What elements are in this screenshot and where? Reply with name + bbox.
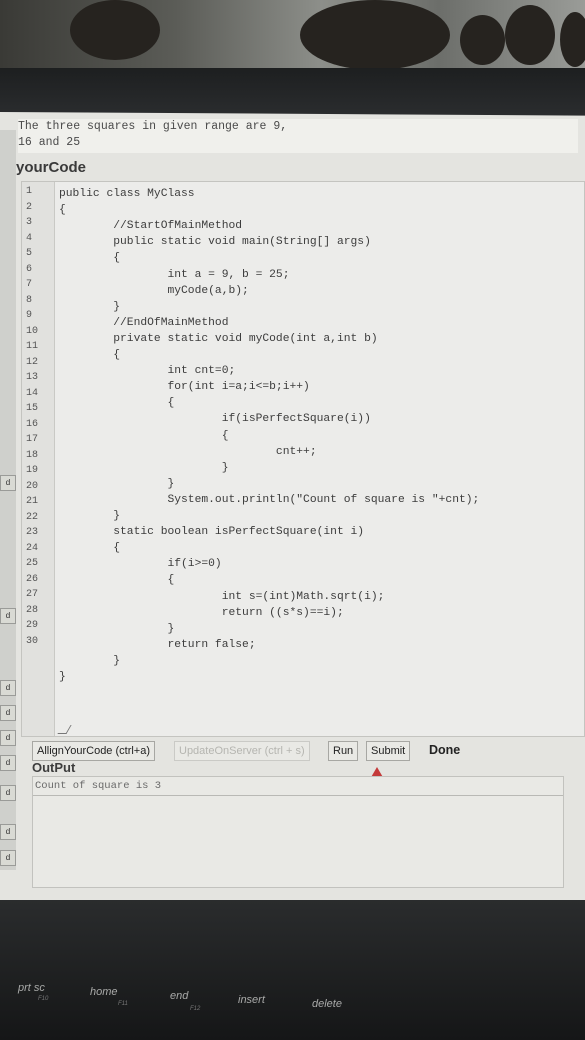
edge-tab[interactable]: d bbox=[0, 755, 16, 771]
run-button[interactable]: Run bbox=[328, 741, 359, 761]
key-fn-label: F12 bbox=[190, 1006, 201, 1012]
code-line[interactable]: } bbox=[59, 301, 120, 313]
code-line[interactable]: private static void myCode(int a,int b) bbox=[59, 333, 377, 345]
line-number: 12 bbox=[26, 356, 39, 368]
code-line[interactable]: for(int i=a;i<=b;i++) bbox=[59, 381, 309, 393]
code-line[interactable]: //EndOfMainMethod bbox=[59, 317, 228, 329]
code-line[interactable]: { bbox=[59, 542, 120, 554]
key-home: home bbox=[90, 986, 118, 998]
edge-tab[interactable]: d bbox=[0, 824, 16, 840]
code-line[interactable]: { bbox=[59, 574, 174, 586]
code-line[interactable]: } bbox=[59, 671, 66, 683]
edge-tab[interactable]: d bbox=[0, 730, 16, 746]
code-editor[interactable]: 1 2 3 4 5 6 7 8 9 10 11 12 13 14 15 16 17 18 19 20 21 22 23 24 2… bbox=[21, 181, 585, 737]
code-line[interactable]: return false; bbox=[59, 639, 255, 651]
code-line[interactable]: { bbox=[59, 252, 120, 264]
line-number: 30 bbox=[26, 635, 39, 647]
edge-tab[interactable]: d bbox=[0, 850, 16, 866]
code-line[interactable]: public static void main(String[] args) bbox=[59, 236, 371, 248]
output-divider bbox=[33, 795, 563, 796]
code-line[interactable]: //StartOfMainMethod bbox=[59, 220, 242, 232]
line-number: 15 bbox=[26, 403, 39, 414]
code-line[interactable]: int cnt=0; bbox=[59, 365, 235, 377]
code-line[interactable]: if(isPerfectSquare(i)) bbox=[59, 413, 371, 425]
line-number: 10 bbox=[26, 325, 39, 337]
edge-tab[interactable]: d bbox=[0, 705, 16, 721]
line-number: 20 bbox=[26, 480, 39, 492]
line-number: 7 bbox=[26, 279, 33, 290]
edge-tab[interactable]: d bbox=[0, 680, 16, 696]
line-number: 22 bbox=[26, 511, 39, 523]
line-number: 26 bbox=[26, 573, 39, 585]
key-delete: delete bbox=[312, 998, 342, 1010]
code-line[interactable]: cnt++; bbox=[59, 446, 317, 458]
left-edge-tabs: d d d d d d d d d bbox=[0, 130, 16, 870]
code-line[interactable]: { bbox=[59, 430, 229, 442]
key-fn-label: F11 bbox=[118, 1001, 128, 1007]
line-number: 18 bbox=[26, 449, 39, 461]
output-text: Count of square is 3 bbox=[35, 780, 162, 792]
line-number: 3 bbox=[26, 217, 33, 228]
line-number: 1 bbox=[26, 186, 33, 197]
line-number: 17 bbox=[26, 434, 39, 445]
key-prtsc: prt sc bbox=[18, 982, 45, 994]
key-fn-label: F10 bbox=[38, 996, 49, 1002]
done-status: Done bbox=[429, 743, 461, 757]
line-number: 13 bbox=[26, 372, 39, 383]
code-line[interactable]: { bbox=[59, 397, 174, 409]
line-number: 5 bbox=[26, 248, 33, 259]
key-insert: insert bbox=[238, 994, 265, 1006]
code-line[interactable]: static boolean isPerfectSquare(int i) bbox=[59, 526, 364, 538]
line-number: 4 bbox=[26, 232, 33, 244]
submit-button[interactable]: Submit bbox=[366, 741, 411, 761]
monitor-bezel bbox=[0, 68, 585, 118]
line-number: 8 bbox=[26, 294, 33, 306]
code-line[interactable]: } bbox=[59, 623, 174, 635]
key-end: end bbox=[170, 990, 189, 1002]
problem-line: The three squares in given range are 9, bbox=[18, 120, 288, 133]
line-number: 25 bbox=[26, 558, 39, 569]
code-line[interactable]: } bbox=[59, 655, 120, 667]
problem-line: 16 and 25 bbox=[18, 136, 81, 149]
line-number-gutter: 1 2 3 4 5 6 7 8 9 10 11 12 13 14 15 16 17 18 19 20 21 22 23 24 2… bbox=[22, 182, 55, 736]
code-line[interactable]: { bbox=[59, 349, 120, 361]
align-code-button[interactable]: AllignYourCode (ctrl+a) bbox=[32, 741, 156, 761]
line-number: 23 bbox=[26, 527, 39, 538]
edge-tab[interactable]: d bbox=[0, 785, 16, 801]
monitor-bottom-frame: prt sc F10 home F11 end F12 insert delet… bbox=[0, 900, 585, 1040]
background-room bbox=[0, 0, 585, 72]
code-line[interactable]: } bbox=[59, 510, 120, 522]
code-line[interactable]: if(i>=0) bbox=[59, 558, 221, 570]
problem-statement: The three squares in given range are 9, … bbox=[18, 119, 578, 153]
line-number: 19 bbox=[26, 465, 39, 476]
update-on-server-button[interactable]: UpdateOnServer (ctrl + s) bbox=[174, 741, 310, 761]
code-line[interactable]: System.out.println("Count of square is "… bbox=[59, 494, 479, 506]
code-line[interactable]: myCode(a,b); bbox=[59, 285, 248, 297]
line-number: 6 bbox=[26, 263, 33, 275]
line-number: 27 bbox=[26, 589, 39, 600]
code-line[interactable]: int s=(int)Math.sqrt(i); bbox=[59, 591, 385, 603]
line-number: 16 bbox=[26, 418, 39, 430]
line-number: 24 bbox=[26, 542, 39, 554]
resize-grip-icon[interactable] bbox=[57, 725, 72, 734]
code-line[interactable]: { bbox=[59, 204, 66, 216]
section-title: yourCode bbox=[16, 159, 87, 176]
code-line[interactable]: } bbox=[59, 478, 174, 490]
line-number: 11 bbox=[26, 341, 39, 352]
code-line[interactable]: } bbox=[59, 462, 229, 474]
line-number: 9 bbox=[26, 310, 33, 321]
edge-tab[interactable]: d bbox=[0, 608, 16, 624]
line-number: 14 bbox=[26, 387, 39, 399]
line-number: 2 bbox=[26, 201, 33, 213]
code-line[interactable]: int a = 9, b = 25; bbox=[59, 269, 289, 281]
edge-tab[interactable]: d bbox=[0, 475, 16, 491]
line-number: 29 bbox=[26, 620, 39, 631]
output-console: Count of square is 3 bbox=[32, 776, 564, 888]
output-label: OutPut bbox=[32, 760, 76, 775]
code-line[interactable]: public class MyClass bbox=[59, 188, 195, 200]
code-line[interactable]: return ((s*s)==i); bbox=[59, 607, 344, 619]
line-number: 21 bbox=[26, 496, 39, 507]
line-number: 28 bbox=[26, 604, 39, 616]
editor-toolbar: AllignYourCode (ctrl+a) UpdateOnServer (… bbox=[32, 741, 572, 763]
